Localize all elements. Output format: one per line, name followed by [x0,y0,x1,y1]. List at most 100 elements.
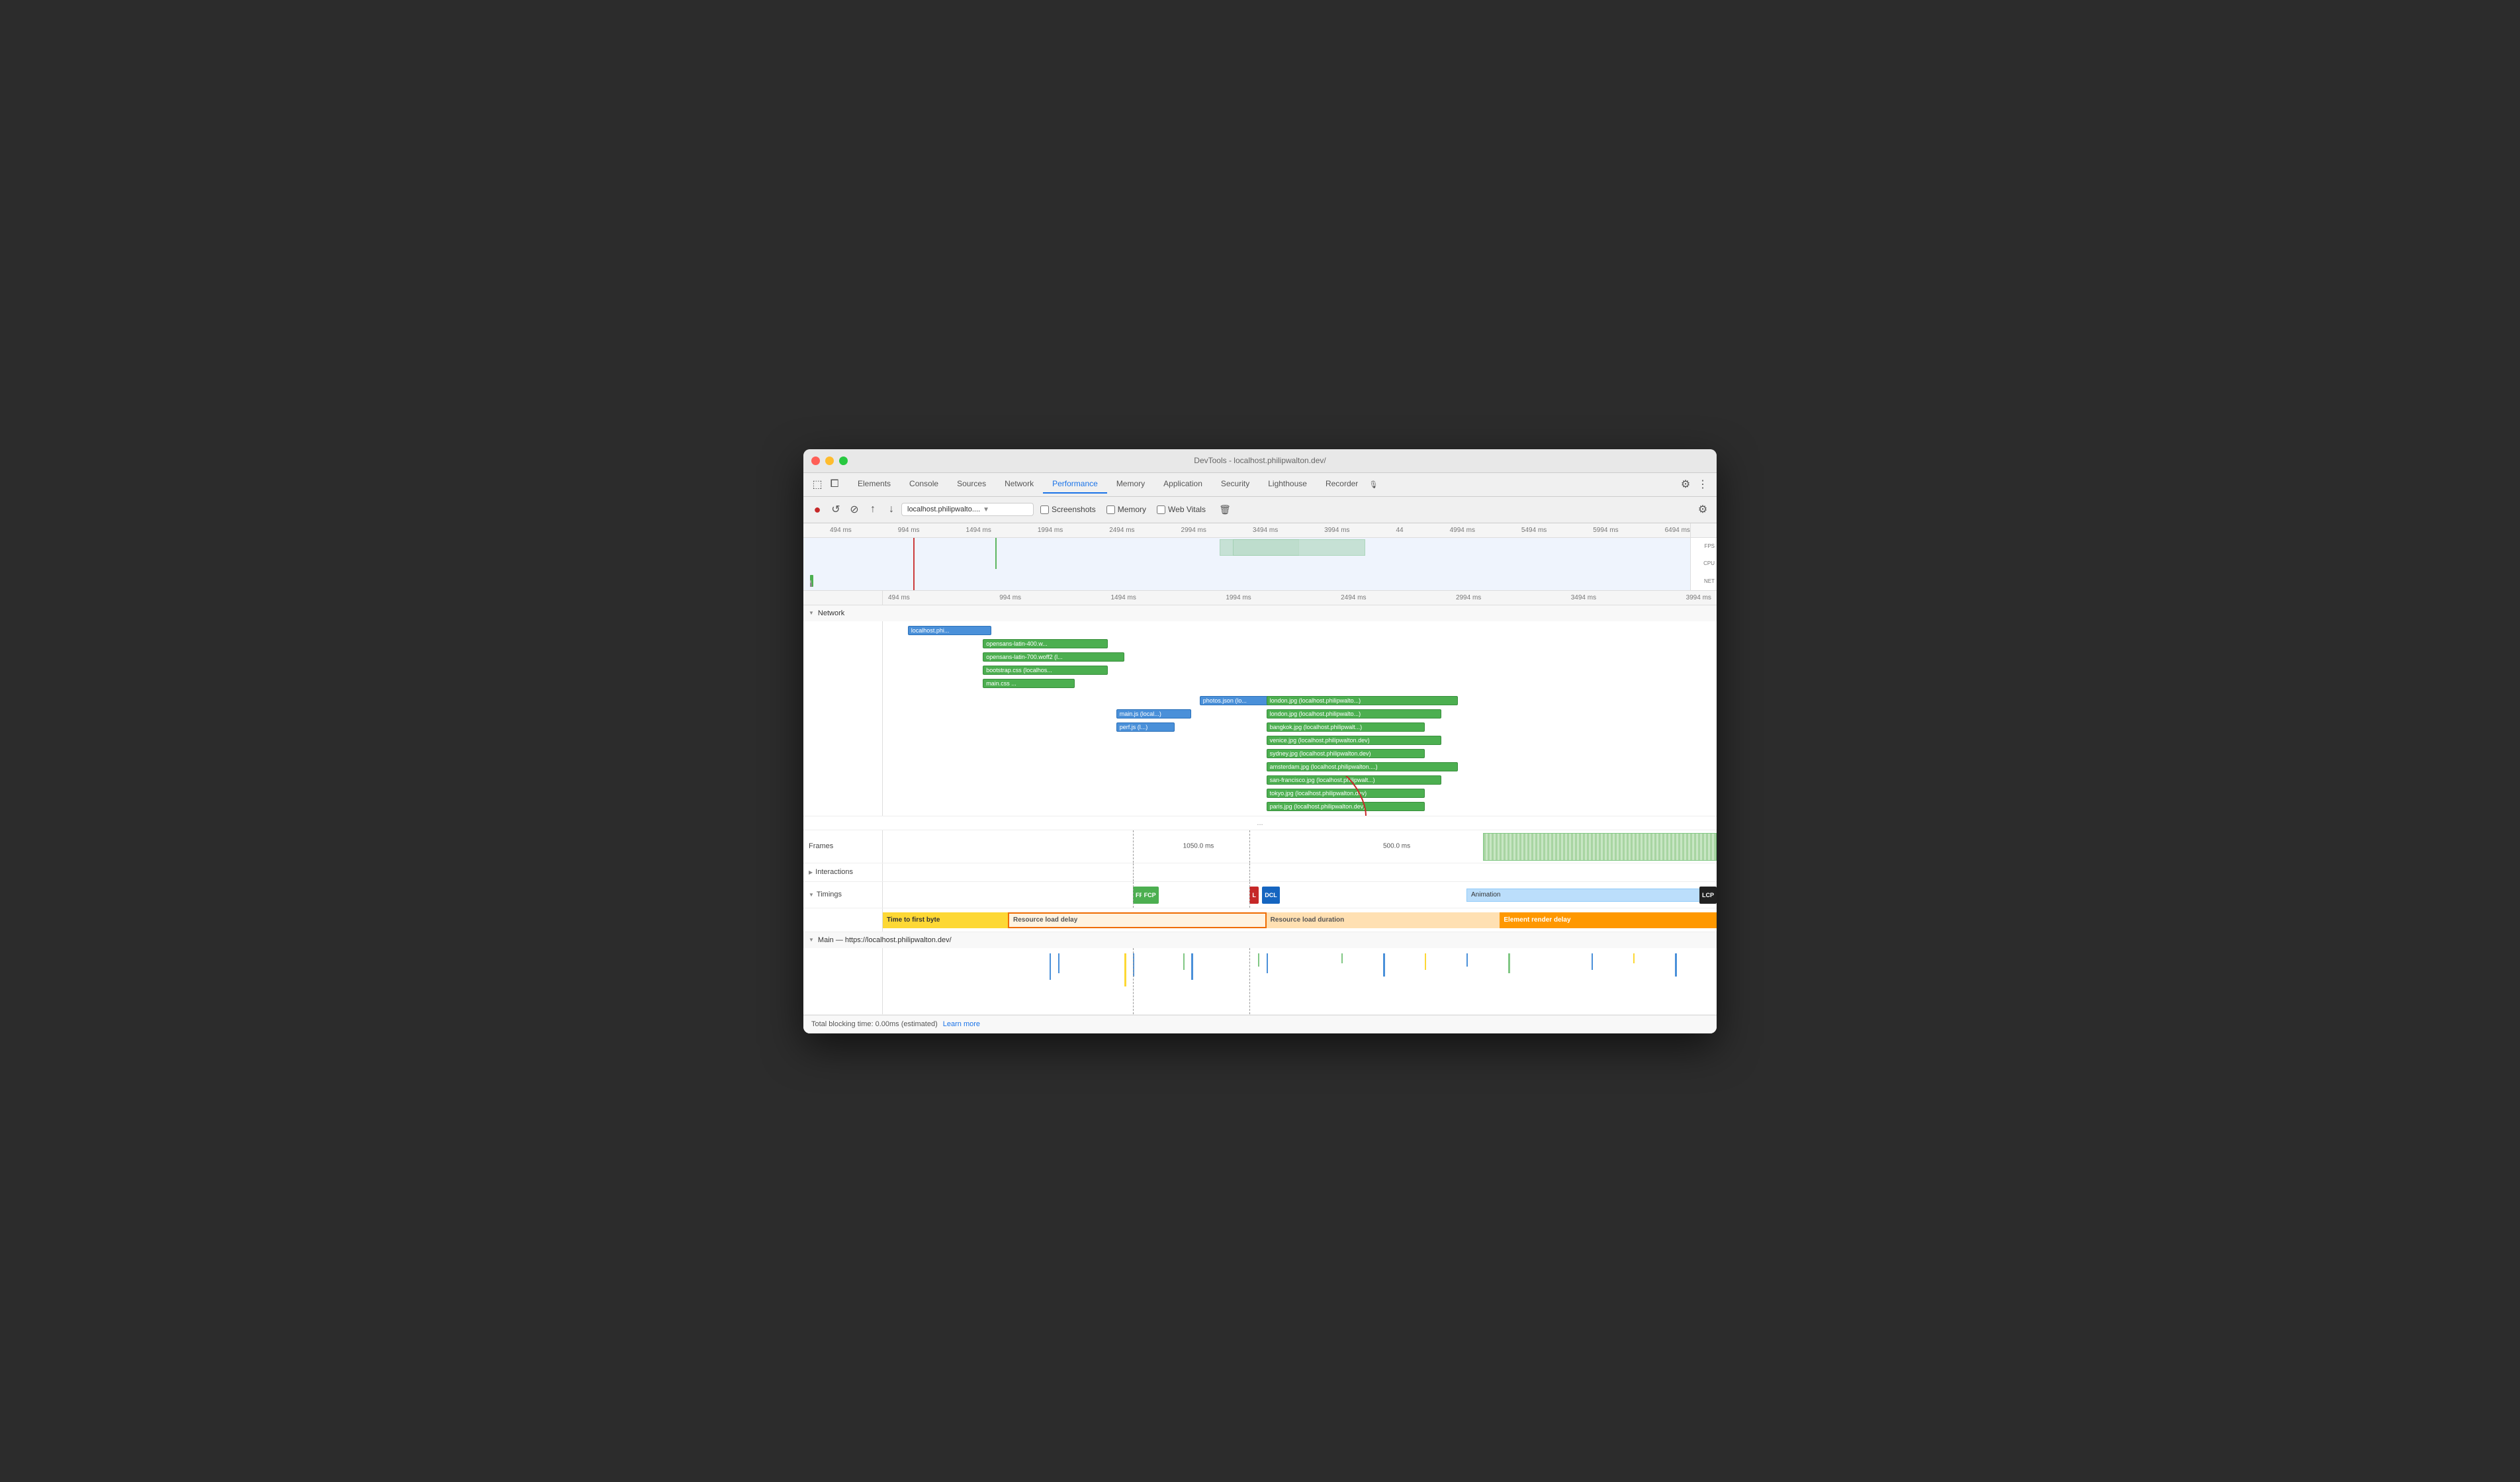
overview-flamechart [810,575,1690,587]
fps-cpu-net-labels: FPS CPU NET [1690,538,1717,590]
interactions-expand-icon: ▶ [809,869,813,875]
tab-console[interactable]: Console [900,475,948,494]
webvitals-checkbox[interactable] [1157,505,1165,514]
more-options-icon[interactable]: ⋮ [1694,476,1711,493]
main-section-header[interactable]: ▼ Main — https://localhost.philipwalton.… [803,932,1717,948]
frames-time-1050: 1050.0 ms [1183,843,1214,850]
ruler-label-2494: 2494 ms [1109,527,1134,534]
frames-label: Frames [803,830,883,863]
url-dropdown-icon[interactable]: ▼ [983,506,989,513]
bottom-panels: Frames 1050.0 ms 500.0 ms ▶ [803,830,1717,1015]
screenshots-checkbox-label[interactable]: Screenshots [1040,505,1096,514]
main-bar-7 [1258,953,1259,967]
main-expand-icon: ▼ [809,937,814,943]
clear-button[interactable]: 🗑 [1216,501,1234,518]
timings-content: FP FCP L DCL Animation LCP [883,882,1717,908]
ruler-label-1494: 1494 ms [966,527,991,534]
tab-sources[interactable]: Sources [948,475,995,494]
network-label: Network [818,609,844,617]
track-bar-perfjs[interactable]: perf.js (l...) [1116,722,1175,732]
track-row-3: opensans-latin-700.woff2 (l... [883,650,1717,664]
track-row-2: opensans-latin-400.w... [883,637,1717,650]
track-bar-opensans700[interactable]: opensans-latin-700.woff2 (l... [983,652,1124,662]
webvitals-checkbox-label[interactable]: Web Vitals [1157,505,1206,514]
perf-bars-row: Time to first byte Resource load delay R… [803,908,1717,932]
network-section-header[interactable]: ▼ Network [803,605,1717,621]
tl-494: 494 ms [888,594,910,601]
stop-button[interactable]: ⊘ [846,501,863,518]
main-bar-14 [1592,953,1593,970]
timings-label[interactable]: ▼ Timings [803,882,883,908]
overview-section: FPS CPU NET [803,538,1717,591]
record-button[interactable]: ● [809,501,826,518]
performance-toolbar: ● ↺ ⊘ ↑ ↓ localhost.philipwalto.... ▼ Sc… [803,497,1717,523]
track-bar-parisjpg[interactable]: paris.jpg (localhost.philipwalton.dev) [1267,802,1425,811]
tab-recorder[interactable]: Recorder [1316,475,1367,494]
main-bar-4 [1133,953,1134,977]
tab-security[interactable]: Security [1212,475,1259,494]
main-bar-9 [1341,953,1343,963]
memory-checkbox-label[interactable]: Memory [1106,505,1146,514]
main-bar-10 [1383,953,1385,977]
minimize-button[interactable] [825,457,834,465]
track-row-13: tokyo.jpg (localhost.philipwalton.dev) [883,787,1717,800]
tab-memory[interactable]: Memory [1107,475,1154,494]
maximize-button[interactable] [839,457,848,465]
tab-elements[interactable]: Elements [848,475,900,494]
main-bar-2 [1058,953,1059,973]
net-label: NET [1691,572,1717,589]
track-row-9: venice.jpg (localhost.philipwalton.dev) [883,734,1717,747]
overview-green-line [995,538,997,569]
track-bar-sydneyjpg[interactable]: sydney.jpg (localhost.philipwalton.dev) [1267,749,1425,758]
ruler-label-3494: 3494 ms [1253,527,1278,534]
ruler-label-5994: 5994 ms [1593,527,1618,534]
upload-button[interactable]: ↑ [864,501,881,518]
main-dashed-2 [1249,948,1250,1014]
settings-gear-icon[interactable]: ⚙ [1677,476,1694,493]
track-bar-londonjpg1[interactable]: london.jpg (localhost.philipwalto...) [1267,696,1459,705]
track-bar-amsterdamjpg[interactable]: amsterdam.jpg (localhost.philipwalton...… [1267,762,1459,771]
track-bar-sanfranciscojpg[interactable]: san-francisco.jpg (localhost.philipwalt.… [1267,775,1442,785]
tab-application[interactable]: Application [1154,475,1212,494]
interactions-content [883,863,1717,881]
screenshots-checkbox[interactable] [1040,505,1049,514]
status-bar: Total blocking time: 0.00ms (estimated) … [803,1015,1717,1033]
memory-checkbox[interactable] [1106,505,1115,514]
settings-button[interactable]: ⚙ [1694,501,1711,518]
resource-load-duration-bar: Resource load duration [1267,912,1500,928]
track-bar-bangkokjpg[interactable]: bangkok.jpg (localhost.philipwalt...) [1267,722,1425,732]
track-bar-maincss[interactable]: main.css ... [983,679,1075,688]
track-bar-opensans400[interactable]: opensans-latin-400.w... [983,639,1108,648]
tab-lighthouse[interactable]: Lighthouse [1259,475,1316,494]
interactions-label[interactable]: ▶ Interactions [803,863,883,881]
dashed-line-2 [1249,830,1250,863]
track-bar-mainjs[interactable]: main.js (local...) [1116,709,1191,719]
close-button[interactable] [811,457,820,465]
track-row-1: localhost.phi... [883,624,1717,637]
learn-more-link[interactable]: Learn more [943,1020,980,1028]
window-title: DevTools - localhost.philipwalton.dev/ [1194,456,1326,465]
traffic-lights [811,457,848,465]
track-bar-bootstrap[interactable]: bootstrap.css (localhos... [983,666,1108,675]
main-bar-16 [1675,953,1677,977]
download-button[interactable]: ↓ [883,501,900,518]
track-bar-londonjpg2[interactable]: london.jpg (localhost.philipwalto...) [1267,709,1442,719]
track-bar-venicejpg[interactable]: venice.jpg (localhost.philipwalton.dev) [1267,736,1442,745]
reload-button[interactable]: ↺ [827,501,844,518]
track-bar-localhost[interactable]: localhost.phi... [908,626,991,635]
ruler-label-4994: 4994 ms [1450,527,1475,534]
ruler-label-6494: 6494 ms [1665,527,1690,534]
url-bar[interactable]: localhost.philipwalto.... ▼ [901,503,1034,516]
element-picker-icon[interactable]: ⬚ [809,476,826,493]
tab-network[interactable]: Network [995,475,1043,494]
track-bar-tokyojpg[interactable]: tokyo.jpg (localhost.philipwalton.dev) [1267,789,1425,798]
device-toggle-icon[interactable]: ⧠ [826,476,843,493]
dashed-line-1 [1133,830,1134,863]
frames-time-500: 500.0 ms [1383,843,1410,850]
interactions-row: ▶ Interactions [803,863,1717,882]
lcp-marker: LCP [1699,887,1717,904]
ruler-label-2994: 2994 ms [1181,527,1206,534]
element-render-delay-bar: Element render delay [1500,912,1717,928]
tab-performance[interactable]: Performance [1043,475,1107,494]
tl-3994: 3994 ms [1686,594,1711,601]
